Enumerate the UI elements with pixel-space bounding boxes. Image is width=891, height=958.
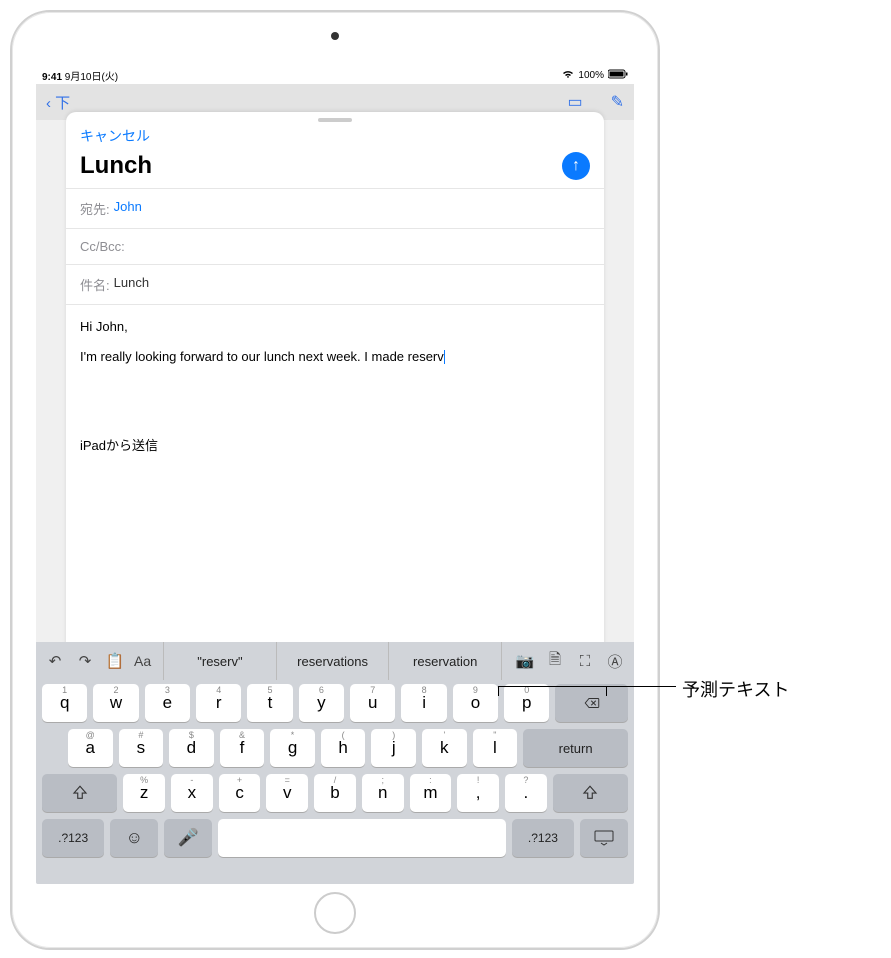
status-time: 9:41: [42, 72, 62, 83]
wifi-icon: [562, 69, 574, 82]
subject-value: Lunch: [114, 275, 149, 294]
key-t[interactable]: 5t: [247, 684, 292, 722]
key-e[interactable]: 3e: [145, 684, 190, 722]
key-w[interactable]: 2w: [93, 684, 138, 722]
compose-title: Lunch: [80, 152, 152, 180]
dictation-key[interactable]: 🎤: [164, 819, 212, 857]
clipboard-icon[interactable]: 📋: [104, 650, 126, 672]
sheet-grabber[interactable]: [318, 118, 352, 122]
key-c[interactable]: +c: [219, 774, 261, 812]
numbers-key-right[interactable]: .?123: [512, 819, 574, 857]
camera-icon[interactable]: 📷: [514, 650, 536, 672]
scan-icon[interactable]: ⛶: [574, 650, 596, 672]
ipad-frame: 9:41 9月10日(火) 100% ‹ 下: [10, 10, 660, 950]
key-n[interactable]: ;n: [362, 774, 404, 812]
key-o[interactable]: 9o: [453, 684, 498, 722]
home-button[interactable]: [314, 892, 356, 934]
emoji-key[interactable]: ☺: [110, 819, 158, 857]
battery-icon: [608, 69, 628, 82]
key-l[interactable]: "l: [473, 729, 518, 767]
predictions-bar: "reserv" reservations reservation: [163, 642, 502, 680]
key-x[interactable]: -x: [171, 774, 213, 812]
key-u[interactable]: 7u: [350, 684, 395, 722]
key-j[interactable]: )j: [371, 729, 416, 767]
key-m[interactable]: :m: [410, 774, 452, 812]
key-,[interactable]: !,: [457, 774, 499, 812]
prediction-3[interactable]: reservation: [389, 642, 501, 680]
key-y[interactable]: 6y: [299, 684, 344, 722]
to-field[interactable]: 宛先: John: [66, 188, 604, 228]
document-icon[interactable]: 🗎: [544, 650, 566, 672]
shift-key-right[interactable]: [553, 774, 628, 812]
prediction-2[interactable]: reservations: [277, 642, 390, 680]
body-line-2: I'm really looking forward to our lunch …: [80, 349, 444, 364]
status-left: 9:41 9月10日(火): [42, 68, 118, 83]
shift-key[interactable]: [42, 774, 117, 812]
signature: iPadから送信: [80, 436, 590, 456]
ccbcc-label: Cc/Bcc:: [80, 239, 125, 254]
ipad-camera: [331, 32, 339, 40]
undo-button[interactable]: ↶: [44, 650, 66, 672]
key-z[interactable]: %z: [123, 774, 165, 812]
key-h[interactable]: (h: [321, 729, 366, 767]
key-.[interactable]: ?.: [505, 774, 547, 812]
key-s[interactable]: #s: [119, 729, 164, 767]
to-value: John: [114, 199, 142, 218]
subject-label: 件名:: [80, 275, 110, 294]
key-d[interactable]: $d: [169, 729, 214, 767]
status-date: 9月10日(火): [65, 72, 118, 83]
key-f[interactable]: &f: [220, 729, 265, 767]
redo-button[interactable]: ↷: [74, 650, 96, 672]
key-i[interactable]: 8i: [401, 684, 446, 722]
prediction-1[interactable]: "reserv": [164, 642, 277, 680]
send-button[interactable]: ↑: [562, 152, 590, 180]
ccbcc-field[interactable]: Cc/Bcc:: [66, 228, 604, 264]
keyboard: ↶ ↷ 📋 Aa "reserv" reservations reservati…: [36, 642, 634, 884]
hide-keyboard-key[interactable]: [580, 819, 628, 857]
markup-icon[interactable]: Ⓐ: [604, 650, 626, 672]
key-q[interactable]: 1q: [42, 684, 87, 722]
numbers-key[interactable]: .?123: [42, 819, 104, 857]
key-b[interactable]: /b: [314, 774, 356, 812]
keyboard-toolbar: ↶ ↷ 📋 Aa "reserv" reservations reservati…: [36, 642, 634, 680]
key-g[interactable]: *g: [270, 729, 315, 767]
callout-label: 予測テキスト: [682, 676, 789, 702]
body-line-1: Hi John,: [80, 317, 590, 337]
arrow-up-icon: ↑: [572, 157, 580, 175]
key-v[interactable]: =v: [266, 774, 308, 812]
battery-pct: 100%: [578, 70, 604, 81]
key-k[interactable]: 'k: [422, 729, 467, 767]
backspace-key[interactable]: [555, 684, 628, 722]
key-p[interactable]: 0p: [504, 684, 549, 722]
key-a[interactable]: @a: [68, 729, 113, 767]
subject-field[interactable]: 件名: Lunch: [66, 264, 604, 304]
cancel-button[interactable]: キャンセル: [80, 124, 150, 148]
format-button[interactable]: Aa: [134, 650, 151, 672]
screen: 9:41 9月10日(火) 100% ‹ 下: [36, 66, 634, 884]
to-label: 宛先:: [80, 199, 110, 218]
space-key[interactable]: [218, 819, 506, 857]
status-bar: 9:41 9月10日(火) 100%: [36, 66, 634, 84]
text-cursor: [444, 350, 446, 364]
return-key[interactable]: return: [523, 729, 628, 767]
key-r[interactable]: 4r: [196, 684, 241, 722]
